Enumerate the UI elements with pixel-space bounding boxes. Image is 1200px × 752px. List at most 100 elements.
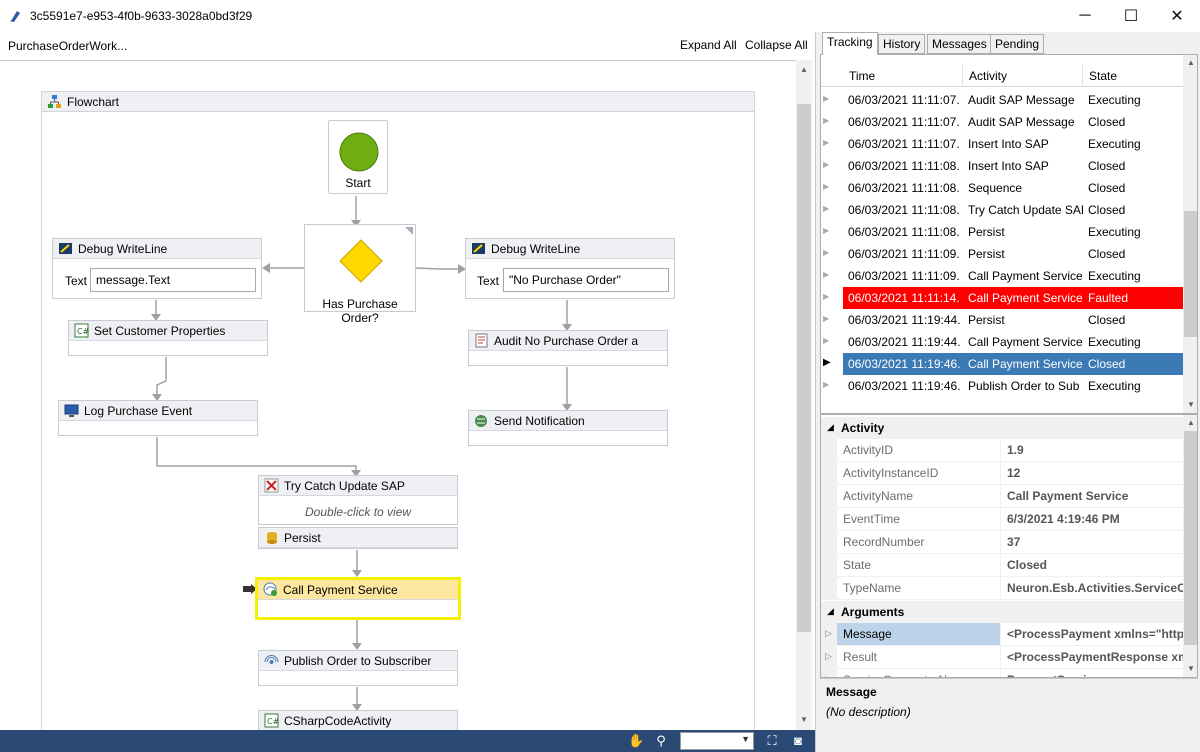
table-row[interactable]: ▶ 06/03/2021 11:11:07. Audit SAP Message Ex… xyxy=(821,89,1183,111)
property-value[interactable]: Closed xyxy=(1001,554,1183,577)
property-row[interactable]: ▷ Result <ProcessPaymentResponse xml xyxy=(821,646,1183,669)
expand-triangle-icon[interactable]: ▷ xyxy=(825,628,832,639)
property-row[interactable]: TypeNameNeuron.Esb.Activities.ServiceCon… xyxy=(821,577,1183,600)
activity-header: Publish Order to Subscriber xyxy=(259,651,457,671)
property-row[interactable]: RecordNumber 37 xyxy=(821,531,1183,554)
debug-writeline-right[interactable]: Debug WriteLine Text "No Purchase Order" xyxy=(465,238,675,299)
table-row[interactable]: ▶ 06/03/2021 11:11:09. Persist Closed xyxy=(821,243,1183,265)
csharp-code-activity[interactable]: C# CSharpCodeActivity xyxy=(258,710,458,731)
set-customer-properties-activity[interactable]: C# Set Customer Properties xyxy=(68,320,268,356)
property-value[interactable]: Call Payment Service xyxy=(1001,485,1183,508)
table-row[interactable]: ▶ 06/03/2021 11:19:46. Publish Order to Su… xyxy=(821,375,1183,397)
send-notification-activity[interactable]: Send Notification xyxy=(468,410,668,446)
property-row[interactable]: ▷ServiceConnectorNamePaymentService xyxy=(821,669,1183,677)
try-catch-update-sap-activity[interactable]: Try Catch Update SAP Double-click to vie… xyxy=(258,475,458,525)
category-arguments[interactable]: ◢ Arguments xyxy=(821,601,1183,623)
column-activity[interactable]: Activity xyxy=(963,65,1083,87)
table-row[interactable]: ▶ 06/03/2021 11:19:46. Call Payment Servic… xyxy=(821,353,1183,375)
property-description: Message (No description) xyxy=(820,678,1198,750)
table-row[interactable]: ▶ 06/03/2021 11:19:44. Persist Closed xyxy=(821,309,1183,331)
property-row[interactable]: ActivityID 1.9 xyxy=(821,439,1183,462)
zoom-magnifier-icon[interactable]: ⚲ xyxy=(653,733,669,749)
grid-vertical-scrollbar[interactable]: ▲ ▼ xyxy=(1183,55,1197,413)
overview-map-icon[interactable]: ◙ xyxy=(790,733,806,749)
property-key: RecordNumber xyxy=(837,531,1001,554)
property-row[interactable]: ActivityInstanceID 12 xyxy=(821,462,1183,485)
expand-triangle-icon[interactable]: ▷ xyxy=(825,651,832,662)
fit-to-screen-icon[interactable]: ⛶ xyxy=(764,733,780,749)
scroll-up-arrow-icon[interactable]: ▲ xyxy=(1183,415,1197,431)
table-row[interactable]: ▶ 06/03/2021 11:11:07. Insert Into SAP Exec… xyxy=(821,133,1183,155)
table-row[interactable]: ▶ 06/03/2021 11:11:08. Sequence Closed xyxy=(821,177,1183,199)
row-gutter xyxy=(821,439,837,462)
app-icon xyxy=(10,11,20,22)
start-node[interactable]: Start xyxy=(328,120,388,194)
property-row[interactable]: ▷ Message <ProcessPayment xmlns="http xyxy=(821,623,1183,646)
row-gutter xyxy=(821,508,837,531)
property-row[interactable]: State Closed xyxy=(821,554,1183,577)
tab-messages[interactable]: Messages xyxy=(927,34,992,54)
cell-state: Executing xyxy=(1088,137,1141,151)
document-icon xyxy=(475,333,488,348)
scroll-thumb[interactable] xyxy=(1184,211,1197,337)
cell-state: Executing xyxy=(1088,225,1141,239)
persist-activity[interactable]: Persist xyxy=(258,527,458,549)
property-value[interactable]: PaymentService xyxy=(1001,669,1183,677)
designer-vertical-scrollbar[interactable]: ▲ ▼ xyxy=(796,60,812,730)
category-activity[interactable]: ◢ Activity xyxy=(821,417,1183,439)
property-value[interactable]: 6/3/2021 4:19:46 PM xyxy=(1001,508,1183,531)
table-row[interactable]: ▶ 06/03/2021 11:11:08. Try Catch Update SA… xyxy=(821,199,1183,221)
text-field-input[interactable]: message.Text xyxy=(90,268,256,292)
text-field-input[interactable]: "No Purchase Order" xyxy=(503,268,669,292)
properties-vertical-scrollbar[interactable]: ▲ ▼ xyxy=(1183,415,1197,677)
table-row[interactable]: ▶ 06/03/2021 11:11:14. Call Payment Servic… xyxy=(821,287,1183,309)
publish-order-activity[interactable]: Publish Order to Subscriber xyxy=(258,650,458,686)
designer-canvas[interactable]: Flowchart xyxy=(0,60,796,730)
scroll-thumb[interactable] xyxy=(797,104,811,632)
debug-writeline-left[interactable]: Debug WriteLine Text message.Text xyxy=(52,238,262,299)
scroll-down-arrow-icon[interactable]: ▼ xyxy=(796,712,812,728)
property-value[interactable]: 1.9 xyxy=(1001,439,1183,462)
table-row[interactable]: ▶ 06/03/2021 11:11:08. Insert Into SAP Clos… xyxy=(821,155,1183,177)
close-button[interactable]: ✕ xyxy=(1154,0,1200,32)
maximize-button[interactable]: ☐ xyxy=(1108,0,1154,32)
activity-title: Send Notification xyxy=(494,414,585,428)
table-row[interactable]: ▶ 06/03/2021 11:11:07. Audit SAP Message Cl… xyxy=(821,111,1183,133)
scroll-thumb[interactable] xyxy=(1184,431,1197,645)
activity-title: Set Customer Properties xyxy=(94,324,226,338)
table-row[interactable]: ▶ 06/03/2021 11:11:09. Call Payment Servic… xyxy=(821,265,1183,287)
property-value[interactable]: 12 xyxy=(1001,462,1183,485)
property-value[interactable]: 37 xyxy=(1001,531,1183,554)
tab-pending[interactable]: Pending xyxy=(990,34,1045,54)
scroll-up-arrow-icon[interactable]: ▲ xyxy=(1183,55,1197,71)
activity-title: Log Purchase Event xyxy=(84,404,193,418)
property-value[interactable]: Neuron.Esb.Activities.ServiceConnector xyxy=(1001,577,1183,600)
tab-tracking[interactable]: Tracking xyxy=(822,32,878,55)
collapse-all-link[interactable]: Collapse All xyxy=(745,38,808,52)
table-row[interactable]: ▶ 06/03/2021 11:11:08. Persist Executing xyxy=(821,221,1183,243)
collapse-triangle-icon[interactable]: ◢ xyxy=(827,606,834,617)
flowchart-header[interactable]: Flowchart xyxy=(42,92,754,112)
tab-history[interactable]: History xyxy=(878,34,926,54)
column-state[interactable]: State xyxy=(1083,65,1183,87)
cell-activity: Persist xyxy=(968,247,1005,261)
log-purchase-event-activity[interactable]: Log Purchase Event xyxy=(58,400,258,436)
breadcrumb[interactable]: PurchaseOrderWork... xyxy=(8,39,127,53)
scroll-down-arrow-icon[interactable]: ▼ xyxy=(1183,397,1197,413)
property-value[interactable]: <ProcessPayment xmlns="http xyxy=(1001,623,1183,646)
scroll-down-arrow-icon[interactable]: ▼ xyxy=(1183,661,1197,677)
scroll-up-arrow-icon[interactable]: ▲ xyxy=(796,62,812,78)
decision-node[interactable]: Has Purchase Order? xyxy=(304,224,416,325)
property-value[interactable]: <ProcessPaymentResponse xml xyxy=(1001,646,1183,669)
property-row[interactable]: ActivityName Call Payment Service xyxy=(821,485,1183,508)
column-time[interactable]: Time xyxy=(843,65,963,87)
table-row[interactable]: ▶ 06/03/2021 11:19:44. Call Payment Servic… xyxy=(821,331,1183,353)
pan-hand-icon[interactable]: ✋ xyxy=(628,733,644,749)
minimize-button[interactable]: ─ xyxy=(1062,0,1108,32)
zoom-dropdown[interactable]: ▼ xyxy=(680,732,754,750)
collapse-triangle-icon[interactable]: ◢ xyxy=(827,422,834,433)
audit-no-purchase-order-activity[interactable]: Audit No Purchase Order a xyxy=(468,330,668,366)
property-row[interactable]: EventTime 6/3/2021 4:19:46 PM xyxy=(821,508,1183,531)
expand-all-link[interactable]: Expand All xyxy=(680,38,737,52)
call-payment-service-activity[interactable]: Call Payment Service xyxy=(255,577,461,620)
